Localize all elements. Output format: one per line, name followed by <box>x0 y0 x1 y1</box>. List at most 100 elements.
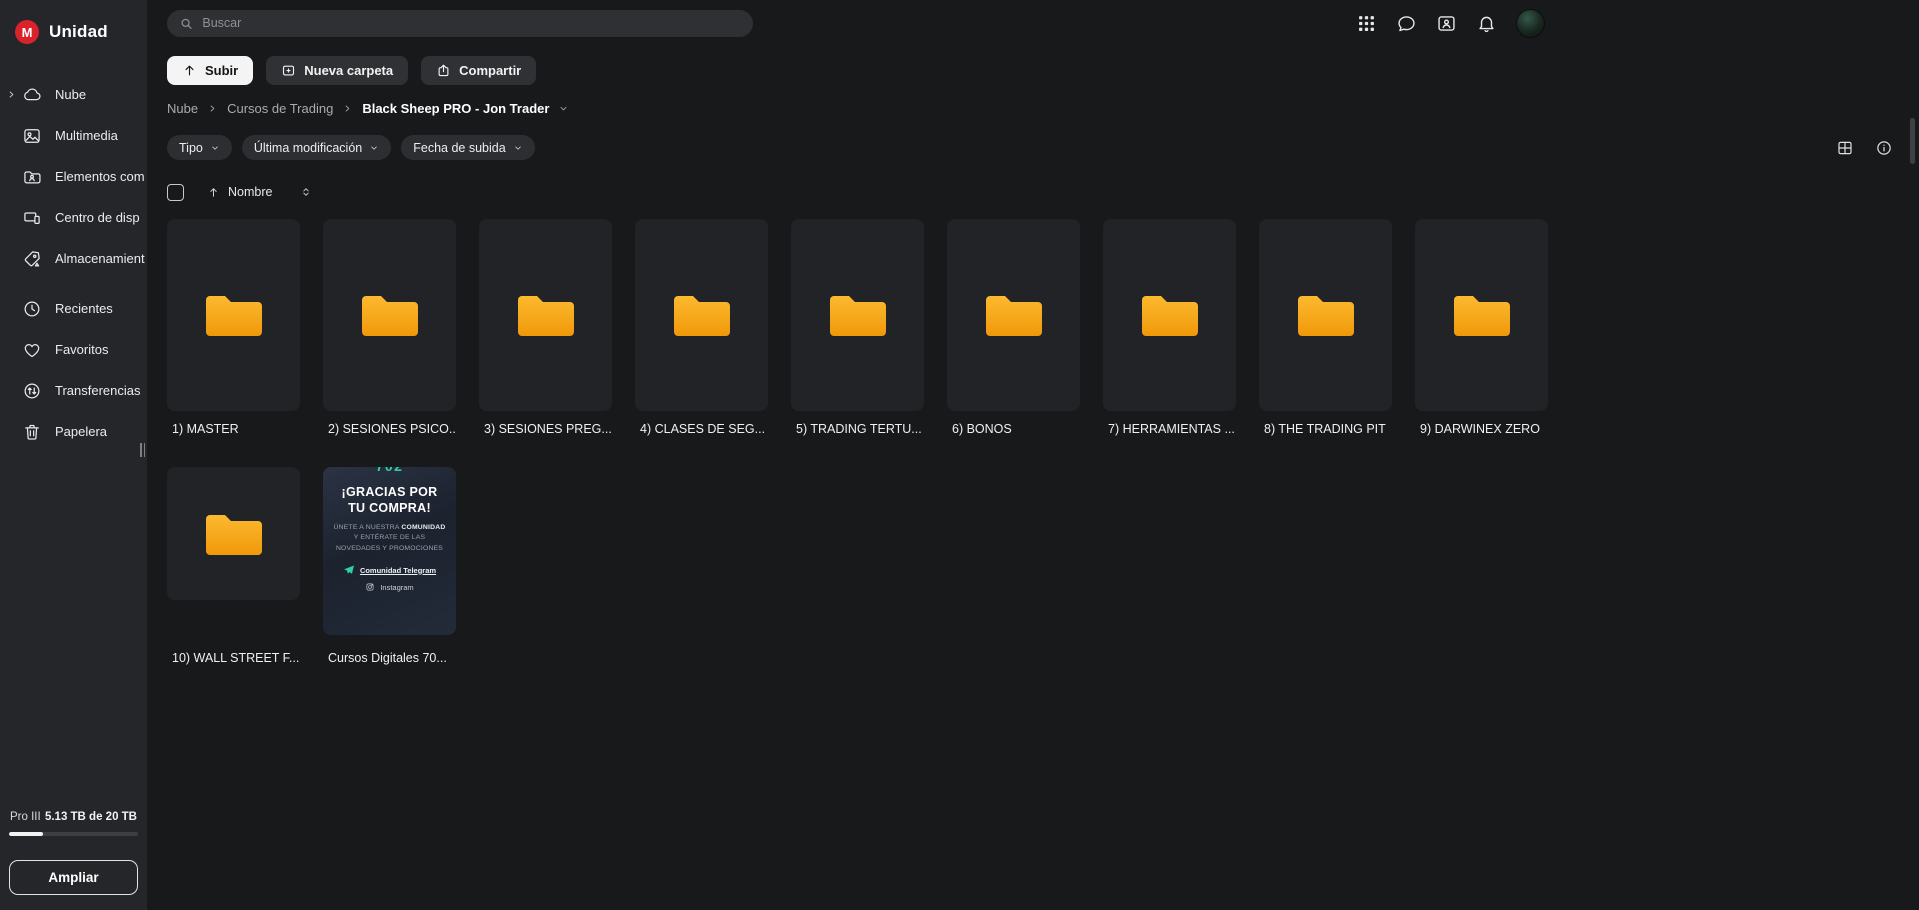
sidebar-resize-handle[interactable] <box>140 443 145 457</box>
sidebar-item-label: Multimedia <box>55 128 118 143</box>
sidebar: M Unidad Nube Multimedia <box>0 0 147 910</box>
share-button[interactable]: Compartir <box>421 56 536 85</box>
folder-tile[interactable]: 5) TRADING TERTU... <box>791 219 924 436</box>
folder-thumbnail <box>479 219 612 411</box>
storage-progress-fill <box>9 832 43 836</box>
filter-type-chip[interactable]: Tipo <box>167 135 232 160</box>
select-all-checkbox[interactable] <box>167 184 184 201</box>
folder-icon <box>1450 290 1514 340</box>
sidebar-item-recientes[interactable]: Recientes <box>0 288 147 329</box>
folder-tile[interactable]: 4) CLASES DE SEG... <box>635 219 768 436</box>
sort-direction-toggle[interactable] <box>300 186 312 198</box>
file-name: 4) CLASES DE SEG... <box>635 422 768 436</box>
topbar <box>167 0 1919 46</box>
main-panel: Subir Nueva carpeta Compartir Nube Curso… <box>147 0 1919 910</box>
sidebar-nav: Nube Multimedia Elementos com Centro de … <box>0 74 147 452</box>
breadcrumb-item[interactable]: Nube <box>167 101 198 116</box>
mega-logo-icon[interactable]: M <box>15 20 39 44</box>
file-name: 6) BONOS <box>947 422 1080 436</box>
filter-uploaded-chip[interactable]: Fecha de subida <box>401 135 534 160</box>
storage-icon <box>22 249 42 269</box>
chat-button[interactable] <box>1396 13 1417 34</box>
file-name: 9) DARWINEX ZERO <box>1415 422 1548 436</box>
sidebar-item-favoritos[interactable]: Favoritos <box>0 329 147 370</box>
recents-clock-icon <box>22 299 42 319</box>
cloud-icon <box>22 85 42 105</box>
folder-tile[interactable]: 6) BONOS <box>947 219 1080 436</box>
file-grid: 1) MASTER 2) SESIONES PSICO... <box>167 219 1919 665</box>
sidebar-item-elementos-compartidos[interactable]: Elementos com <box>0 156 147 197</box>
apps-grid-button[interactable] <box>1356 13 1377 34</box>
sidebar-item-label: Centro de disp <box>55 210 140 225</box>
trash-icon <box>22 422 42 442</box>
folder-tile[interactable]: 1) MASTER <box>167 219 300 436</box>
image-file-tile[interactable]: 702 ¡GRACIAS POR TU COMPRA! ÚNETE A NUES… <box>323 467 456 665</box>
sidebar-item-label: Almacenamient <box>55 251 145 266</box>
chevron-down-icon <box>513 143 523 153</box>
expand-chevron-icon[interactable] <box>6 89 17 100</box>
breadcrumb-item[interactable]: Cursos de Trading <box>227 101 333 116</box>
device-centre-icon <box>22 208 42 228</box>
toolbar: Subir Nueva carpeta Compartir <box>167 56 1919 85</box>
sidebar-item-papelera[interactable]: Papelera <box>0 411 147 452</box>
thumb-instagram-link: Instagram <box>365 582 413 592</box>
bell-icon <box>1476 13 1497 34</box>
folder-tile[interactable]: 8) THE TRADING PIT <box>1259 219 1392 436</box>
nav-section-gap <box>0 279 147 288</box>
app-window: M Unidad Nube Multimedia <box>0 0 1919 910</box>
new-folder-button-label: Nueva carpeta <box>304 63 393 78</box>
folder-thumbnail <box>947 219 1080 411</box>
contacts-button[interactable] <box>1436 13 1457 34</box>
contact-card-icon <box>1436 13 1457 34</box>
sort-by-name[interactable]: Nombre <box>207 185 272 199</box>
upload-button[interactable]: Subir <box>167 56 253 85</box>
folder-tile[interactable]: 7) HERRAMIENTAS ... <box>1103 219 1236 436</box>
topbar-icons <box>1356 0 1545 46</box>
sidebar-item-centro-dispositivos[interactable]: Centro de disp <box>0 197 147 238</box>
folder-icon <box>826 290 890 340</box>
grid-row-2: 10) WALL STREET F... 702 ¡GRACIAS POR TU… <box>167 467 1919 665</box>
thumb-title: ¡GRACIAS POR TU COMPRA! <box>342 484 438 517</box>
upgrade-button[interactable]: Ampliar <box>9 860 138 895</box>
breadcrumb-current[interactable]: Black Sheep PRO - Jon Trader <box>362 101 549 116</box>
filter-modified-label: Última modificación <box>254 141 362 155</box>
new-folder-button[interactable]: Nueva carpeta <box>266 56 408 85</box>
folder-tile[interactable]: 9) DARWINEX ZERO <box>1415 219 1548 436</box>
sidebar-item-label: Favoritos <box>55 342 108 357</box>
vertical-scrollbar-thumb[interactable] <box>1910 118 1915 164</box>
logo-row: M Unidad <box>0 0 147 50</box>
view-controls <box>1836 139 1893 157</box>
folder-icon <box>982 290 1046 340</box>
folder-tile[interactable]: 3) SESIONES PREG... <box>479 219 612 436</box>
chevron-down-icon <box>369 143 379 153</box>
new-folder-icon <box>281 63 296 78</box>
chevron-down-icon[interactable] <box>558 103 569 114</box>
file-name: 7) HERRAMIENTAS ... <box>1103 422 1236 436</box>
folder-tile[interactable]: 10) WALL STREET F... <box>167 467 300 665</box>
sidebar-item-transferencias[interactable]: Transferencias <box>0 370 147 411</box>
search-bar[interactable] <box>167 10 753 37</box>
filter-uploaded-label: Fecha de subida <box>413 141 505 155</box>
info-icon[interactable] <box>1875 139 1893 157</box>
sidebar-item-label: Transferencias <box>55 383 141 398</box>
sidebar-item-nube[interactable]: Nube <box>0 74 147 115</box>
storage-progress-bar <box>9 832 138 836</box>
sidebar-item-multimedia[interactable]: Multimedia <box>0 115 147 156</box>
filter-modified-chip[interactable]: Última modificación <box>242 135 391 160</box>
file-name: 5) TRADING TERTU... <box>791 422 924 436</box>
folder-icon <box>202 290 266 340</box>
search-icon <box>179 16 193 31</box>
sidebar-item-almacenamiento[interactable]: Almacenamient <box>0 238 147 279</box>
media-icon <box>22 126 42 146</box>
grid-view-icon[interactable] <box>1836 139 1854 157</box>
search-input[interactable] <box>202 16 741 30</box>
sort-ascending-arrow-icon <box>207 186 220 199</box>
folder-icon <box>202 509 266 559</box>
sort-column-label: Nombre <box>228 185 272 199</box>
folder-tile[interactable]: 2) SESIONES PSICO... <box>323 219 456 436</box>
chevron-down-icon <box>210 143 220 153</box>
avatar[interactable] <box>1516 9 1545 38</box>
folder-thumbnail <box>1103 219 1236 411</box>
notifications-button[interactable] <box>1476 13 1497 34</box>
apps-grid-icon <box>1356 13 1377 34</box>
